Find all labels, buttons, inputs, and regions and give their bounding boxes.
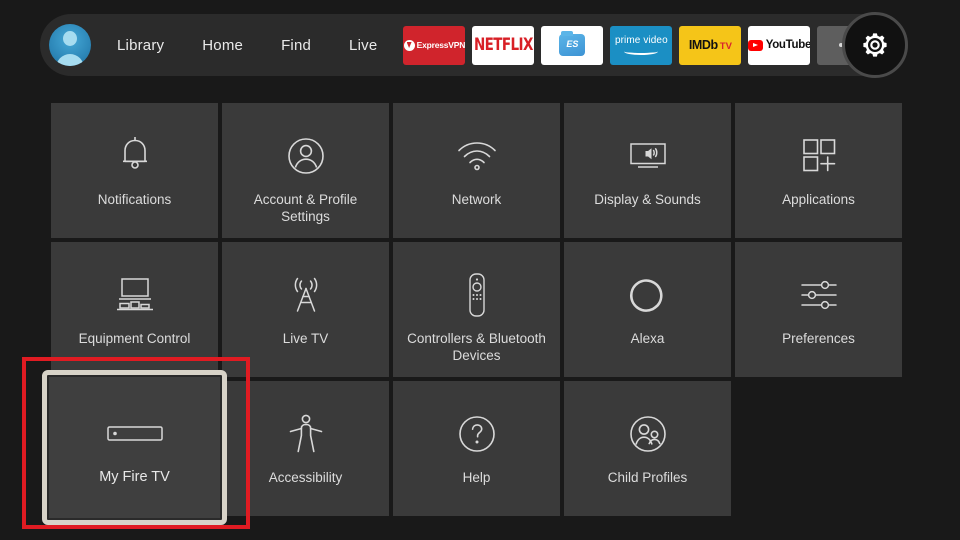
settings-tile-empty-slot — [735, 381, 906, 516]
remote-control-icon — [465, 272, 489, 318]
youtube-play-icon — [748, 39, 763, 51]
settings-tile-child-profiles[interactable]: Child Profiles — [564, 381, 735, 516]
settings-tile-applications[interactable]: Applications — [735, 103, 906, 238]
app-shortcut-row: ExpressVPN NETFLIX prime video IMDb TV — [403, 25, 886, 65]
settings-tile-label: Help — [462, 470, 491, 485]
expressvpn-mark-icon — [403, 39, 415, 51]
settings-tile-notifications[interactable]: Notifications — [51, 103, 222, 238]
settings-tile-label: Notifications — [97, 192, 172, 207]
app-tile-netflix[interactable]: NETFLIX — [472, 25, 535, 65]
app-tile-imdb-tv[interactable]: IMDb TV — [679, 25, 742, 65]
netflix-label: NETFLIX — [473, 35, 533, 55]
person-circle-icon — [284, 133, 328, 179]
amazon-smile-icon — [624, 48, 659, 55]
profile-avatar-icon[interactable] — [49, 24, 91, 66]
es-folder-icon — [559, 31, 586, 56]
imdb-tv-suffix-label: TV — [719, 41, 732, 52]
settings-tile-label: Equipment Control — [78, 331, 191, 346]
child-profiles-icon — [626, 411, 670, 457]
nav-item-home[interactable]: Home — [202, 31, 243, 60]
settings-gear-button[interactable] — [842, 12, 908, 78]
settings-tile-preferences[interactable]: Preferences — [735, 242, 906, 377]
alexa-ring-icon — [627, 272, 669, 318]
imdb-label: IMDb — [688, 38, 718, 52]
expressvpn-logo: ExpressVPN — [403, 39, 466, 51]
gear-icon — [860, 30, 890, 60]
avatar-body — [56, 54, 84, 66]
youtube-label: YouTube — [765, 39, 811, 51]
settings-tile-label: Child Profiles — [607, 470, 688, 485]
accessibility-person-icon — [286, 411, 326, 457]
nav-item-library[interactable]: Library — [117, 31, 164, 60]
settings-tile-live-tv[interactable]: Live TV — [222, 242, 393, 377]
settings-tile-account-profile-settings[interactable]: Account & Profile Settings — [222, 103, 393, 238]
top-navigation-bar: Library Home Find Live ExpressVPN NETFLI… — [40, 12, 908, 78]
settings-tile-equipment-control[interactable]: Equipment Control — [51, 242, 222, 377]
settings-tile-label: Controllers & Bluetooth Devices — [407, 331, 546, 363]
settings-tile-label: Accessibility — [268, 470, 343, 485]
question-circle-icon — [456, 411, 498, 457]
nav-links: Library Home Find Live — [117, 31, 377, 60]
settings-tile-label: Alexa — [630, 331, 665, 346]
settings-tile-label: Network — [451, 192, 502, 207]
fire-tv-settings-screen: Library Home Find Live ExpressVPN NETFLI… — [0, 0, 960, 540]
settings-tile-label: Preferences — [782, 331, 855, 346]
antenna-tower-icon — [284, 272, 328, 318]
nav-item-find[interactable]: Find — [281, 31, 311, 60]
nav-item-live[interactable]: Live — [349, 31, 377, 60]
imdb-tv-logo: IMDb TV — [689, 38, 732, 52]
settings-tile-label: Account & Profile Settings — [253, 192, 358, 224]
settings-tile-display-sounds[interactable]: Display & Sounds — [564, 103, 735, 238]
wifi-icon — [454, 133, 500, 179]
youtube-logo: YouTube — [748, 39, 810, 51]
tv-speaker-icon — [624, 133, 672, 179]
avatar-head — [63, 31, 77, 46]
app-tile-es-file-explorer[interactable] — [541, 25, 604, 65]
app-tile-expressvpn[interactable]: ExpressVPN — [403, 25, 466, 65]
fire-tv-stick-icon — [105, 411, 165, 457]
app-tile-youtube[interactable]: YouTube — [748, 25, 811, 65]
app-squares-plus-icon — [798, 133, 840, 179]
settings-tile-grid: Notifications Account & Profile Settings — [42, 103, 906, 525]
app-tile-prime-video[interactable]: prime video — [610, 25, 673, 65]
expressvpn-label: ExpressVPN — [416, 40, 466, 50]
settings-tile-controllers-bluetooth-devices[interactable]: Controllers & Bluetooth Devices — [393, 242, 564, 377]
settings-tile-network[interactable]: Network — [393, 103, 564, 238]
settings-tile-label: My Fire TV — [99, 469, 170, 485]
prime-video-label: prime video — [614, 34, 668, 46]
settings-tile-label: Live TV — [282, 331, 329, 346]
monitor-equipment-icon — [111, 272, 159, 318]
prime-video-logo: prime video — [614, 34, 668, 55]
settings-tile-help[interactable]: Help — [393, 381, 564, 516]
settings-tile-accessibility[interactable]: Accessibility — [222, 381, 393, 516]
settings-tile-my-fire-tv[interactable]: My Fire TV — [42, 370, 227, 525]
settings-tile-label: Applications — [782, 192, 855, 207]
sliders-icon — [796, 272, 842, 318]
settings-tile-label: Display & Sounds — [594, 192, 701, 207]
settings-tile-alexa[interactable]: Alexa — [564, 242, 735, 377]
bell-icon — [114, 133, 156, 179]
